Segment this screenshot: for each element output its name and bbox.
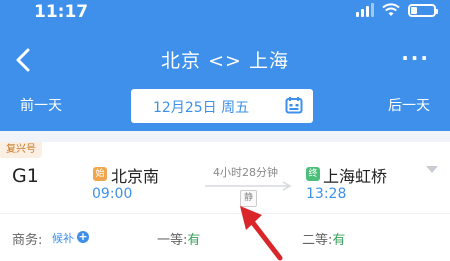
start-station-badge: 始 bbox=[93, 167, 107, 181]
header: 11:17 北京 <> 上海 ··· 前一天 12月25日 周五 后一天 bbox=[0, 0, 450, 131]
travel-duration: 4小时28分钟 bbox=[213, 166, 278, 179]
next-day-button[interactable]: 后一天 bbox=[388, 95, 430, 115]
end-station-badge: 终 bbox=[306, 167, 320, 181]
first-class-label: 一等: bbox=[157, 233, 188, 248]
chevron-down-icon[interactable] bbox=[426, 166, 438, 173]
status-time: 11:17 bbox=[34, 2, 89, 22]
signal-icon bbox=[356, 3, 374, 17]
arrival-station: 上海虹桥 bbox=[323, 167, 388, 186]
calendar-icon bbox=[285, 97, 303, 114]
date-picker[interactable]: 12月25日 周五 bbox=[131, 89, 313, 123]
battery-icon bbox=[408, 3, 438, 17]
prev-day-button[interactable]: 前一天 bbox=[20, 95, 62, 115]
business-seat-label: 商务: bbox=[12, 233, 43, 248]
more-icon[interactable]: ··· bbox=[401, 46, 430, 70]
divider bbox=[0, 213, 450, 214]
train-card[interactable]: 复兴号 G1 始 北京南 09:00 4小时28分钟 静 终 上海虹桥 13:2… bbox=[0, 142, 450, 261]
second-class-availability: 有 bbox=[332, 233, 346, 248]
departure-time: 09:00 bbox=[92, 186, 133, 202]
route-title: 北京 <> 上海 bbox=[161, 50, 289, 72]
quiet-carriage-tag: 静 bbox=[240, 190, 257, 207]
selected-date: 12月25日 周五 bbox=[153, 100, 250, 116]
train-number: G1 bbox=[12, 165, 39, 187]
status-bar: 11:17 bbox=[0, 0, 450, 24]
waitlist-add-icon[interactable]: + bbox=[77, 231, 89, 243]
second-class-seat: 二等:有 bbox=[302, 229, 345, 248]
business-waitlist[interactable]: 候补 bbox=[52, 230, 74, 246]
wifi-icon bbox=[382, 3, 400, 16]
nav-bar: 北京 <> 上海 ··· bbox=[0, 40, 450, 80]
first-class-seat: 一等:有 bbox=[157, 229, 200, 248]
arrival-time: 13:28 bbox=[306, 186, 347, 202]
train-type-tag: 复兴号 bbox=[0, 142, 42, 158]
departure-station: 北京南 bbox=[111, 167, 160, 186]
date-bar: 前一天 12月25日 周五 后一天 bbox=[0, 87, 450, 123]
first-class-availability: 有 bbox=[187, 233, 201, 248]
system-icons bbox=[356, 3, 438, 17]
second-class-label: 二等: bbox=[302, 233, 333, 248]
